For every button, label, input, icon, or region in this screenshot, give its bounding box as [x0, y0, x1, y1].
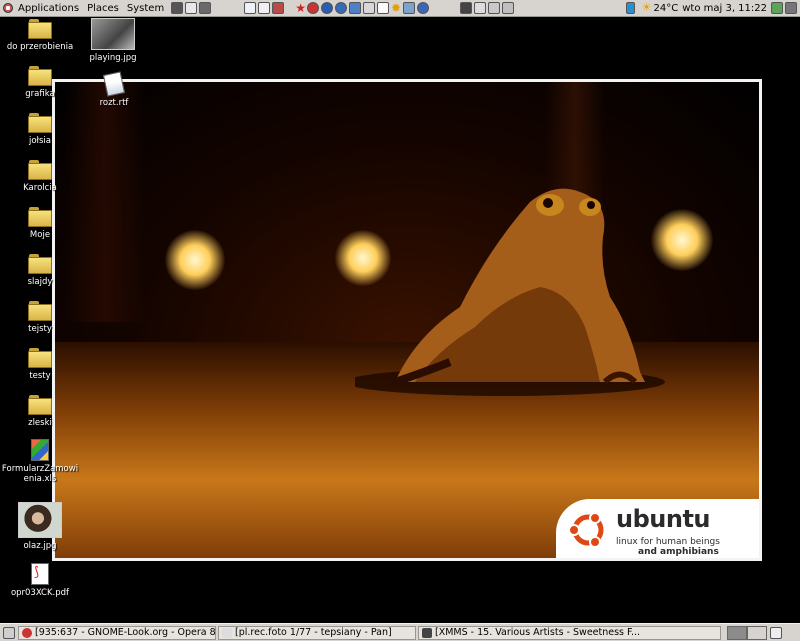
printer-icon[interactable] — [502, 2, 515, 14]
ubuntu-logo: ubuntu linux for human beings and amphib… — [556, 499, 759, 558]
folder-icon — [28, 207, 52, 227]
folder-icon — [28, 160, 52, 180]
show-desktop-icon[interactable] — [3, 626, 15, 639]
battery-icon[interactable] — [625, 2, 635, 14]
desktop-icon-moje[interactable]: Moje — [1, 207, 79, 240]
document-icon — [102, 71, 126, 97]
folder-icon — [28, 19, 52, 39]
folder-icon — [28, 301, 52, 321]
settings-icon[interactable] — [403, 2, 416, 14]
user-status-icon[interactable] — [771, 2, 783, 14]
image-thumbnail-icon — [91, 18, 135, 50]
desktop-icon-slajdy[interactable]: slajdy — [1, 254, 79, 287]
desktop-icon-do-przerobienia[interactable]: do przerobienia — [1, 19, 79, 52]
xmms-icon — [422, 627, 432, 638]
tagline-line-1: linux for human beings — [616, 537, 720, 547]
folder-icon — [28, 254, 52, 274]
folder-icon — [28, 113, 52, 133]
desktop-icon-tejsty[interactable]: tejsty — [1, 301, 79, 334]
folder-icon — [28, 395, 52, 415]
music-icon[interactable] — [306, 2, 319, 14]
ubuntu-wordmark: ubuntu — [616, 505, 711, 533]
clock[interactable]: wto maj 3, 11:22 — [682, 3, 767, 14]
system-menu[interactable]: System — [124, 3, 167, 14]
workspace-2[interactable] — [747, 625, 767, 640]
spreadsheet-icon — [31, 439, 49, 461]
desktop-icon-jolsia[interactable]: jołsia — [1, 113, 79, 146]
ubuntu-tagline: linux for human beings and amphibians — [616, 537, 720, 557]
ubuntu-circle-of-friends-icon — [568, 512, 604, 548]
chat-icon[interactable] — [348, 2, 361, 14]
email-icon[interactable] — [258, 2, 271, 14]
sun-icon[interactable]: ✹ — [391, 2, 401, 14]
opera-icon — [22, 627, 32, 638]
document-icon[interactable] — [376, 2, 389, 14]
folder-icon — [28, 348, 52, 368]
applications-menu[interactable]: Applications — [15, 3, 82, 14]
text-editor-icon[interactable] — [244, 2, 257, 14]
weather-temperature[interactable]: 24°C — [654, 3, 679, 14]
network-monitor-icon[interactable] — [488, 2, 501, 14]
workspace-1[interactable] — [727, 625, 747, 640]
toad — [355, 188, 665, 396]
newsreader-icon — [222, 627, 232, 638]
image-thumbnail-icon — [18, 502, 62, 538]
network-icon[interactable] — [199, 2, 212, 14]
desktop-icon-opr03xck-pdf[interactable]: ⟆ opr03XCK.pdf — [1, 563, 79, 598]
top-panel: Applications Places System ★ ✹ ☀ 24°C wt… — [0, 0, 800, 17]
notepad-icon[interactable] — [362, 2, 375, 14]
places-menu[interactable]: Places — [84, 3, 122, 14]
desktop-icon-testy[interactable]: testy — [1, 348, 79, 381]
calculator-icon[interactable] — [272, 2, 285, 14]
firefox-icon[interactable] — [334, 2, 347, 14]
desktop-icon-formularz-xls[interactable]: FormularzZamowienia.xls — [1, 439, 79, 484]
desktop-icon-playing-jpg[interactable]: playing.jpg — [74, 18, 152, 63]
taskbar-item-opera[interactable]: [935:637 - GNOME-Look.org - Opera 8.0] — [18, 625, 216, 640]
light-bokeh — [165, 230, 225, 290]
system-tray: ☀ 24°C wto maj 3, 11:22 — [625, 2, 800, 14]
terminal-icon[interactable] — [460, 2, 473, 14]
weather-icon[interactable]: ☀ — [642, 2, 652, 14]
globe-icon[interactable] — [320, 2, 333, 14]
desktop-icon-olaz-jpg[interactable]: olaz.jpg — [1, 502, 79, 551]
desktop-icon-grafika[interactable]: grafika — [1, 66, 79, 99]
volume-icon[interactable] — [785, 2, 797, 14]
pdf-icon: ⟆ — [31, 563, 49, 585]
help-icon[interactable] — [417, 2, 430, 14]
tagline-line-2: and amphibians — [638, 547, 719, 557]
desktop-icon-rozt-rtf[interactable]: rozt.rtf — [75, 71, 153, 108]
file-manager-icon[interactable] — [474, 2, 487, 14]
desktop-icon-zleski[interactable]: zleski — [1, 395, 79, 428]
wallpaper: ubuntu linux for human beings and amphib… — [52, 79, 762, 561]
home-icon[interactable] — [185, 2, 198, 14]
star-icon[interactable]: ★ — [295, 2, 306, 14]
trash-icon[interactable] — [770, 626, 782, 639]
taskbar-item-pan[interactable]: [pl.rec.foto 1/77 - tepsiany - Pan] — [218, 625, 416, 640]
taskbar-item-xmms[interactable]: [XMMS - 15. Various Artists - Sweetness … — [418, 625, 721, 640]
camera-icon[interactable] — [171, 2, 184, 14]
gnome-foot-icon — [3, 3, 13, 13]
folder-icon — [28, 66, 52, 86]
desktop-icon-karolcia[interactable]: Karolcia — [1, 160, 79, 193]
bottom-panel: [935:637 - GNOME-Look.org - Opera 8.0] [… — [0, 623, 800, 641]
